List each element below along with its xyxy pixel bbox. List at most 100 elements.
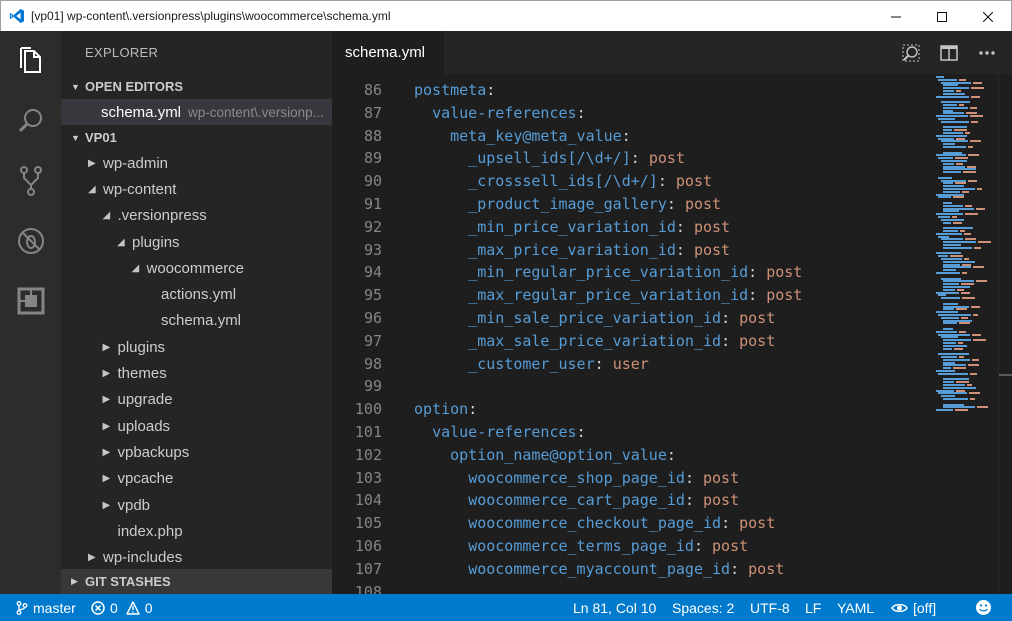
yaml-colon: : xyxy=(684,468,703,487)
minimap-line xyxy=(968,364,980,367)
tree-item[interactable]: ◢ woocommerce xyxy=(61,255,332,281)
branch-status[interactable]: master xyxy=(16,594,76,621)
minimap-line xyxy=(936,154,966,157)
maximize-button[interactable] xyxy=(919,1,965,32)
minimap-line xyxy=(943,386,977,389)
yaml-value: post xyxy=(703,468,740,487)
code-line: 98 _customer_user: user xyxy=(332,353,932,376)
cursor-position[interactable]: Ln 81, Col 10 xyxy=(573,594,656,621)
tree-item[interactable]: ▶ upgrade xyxy=(61,387,332,413)
yaml-key: woocommerce_checkout_page_id xyxy=(468,514,722,533)
minimap[interactable] xyxy=(936,74,996,594)
editor-scrollbar[interactable] xyxy=(998,74,1012,594)
eol-status[interactable]: LF xyxy=(805,594,821,621)
tree-item[interactable]: index.php xyxy=(61,518,332,544)
tree-item[interactable]: ◢ wp-content xyxy=(61,176,332,202)
project-section[interactable]: ▼ VP01 xyxy=(61,125,332,150)
feedback-button[interactable] xyxy=(975,594,992,621)
tree-item[interactable]: ▶ vpdb xyxy=(61,492,332,518)
minimap-line xyxy=(938,372,969,375)
open-preview-button[interactable] xyxy=(892,31,930,74)
file-tree: ▶ wp-admin ◢ wp-content ◢ .versionpress ◢ plugi… xyxy=(61,150,332,571)
minimap-line xyxy=(943,171,962,174)
open-editor-path: wp-content\.versionp... xyxy=(188,104,324,120)
tree-item[interactable]: ▶ wp-admin xyxy=(61,150,332,176)
line-number: 93 xyxy=(363,240,382,259)
tree-item[interactable]: ▶ wp-includes xyxy=(61,544,332,570)
open-editors-section[interactable]: ▼ OPEN EDITORS xyxy=(61,74,332,99)
activity-debug[interactable] xyxy=(0,211,61,271)
yaml-key: value-references xyxy=(432,423,577,441)
tree-item[interactable]: ▶ vpbackups xyxy=(61,439,332,465)
tab-schema-yml[interactable]: schema.yml xyxy=(332,31,444,74)
yaml-colon: : xyxy=(730,559,749,578)
minimap-line xyxy=(943,207,975,210)
activity-extensions[interactable] xyxy=(0,271,61,331)
tree-item[interactable]: ▶ uploads xyxy=(61,413,332,439)
tree-item-label: index.php xyxy=(117,522,183,540)
tree-item[interactable]: ▶ plugins xyxy=(61,334,332,360)
minimap-line xyxy=(970,115,983,118)
tree-item[interactable]: actions.yml xyxy=(61,281,332,307)
code-text: _max_price_variation_id: post xyxy=(414,239,730,262)
code-text: _min_sale_price_variation_id: post xyxy=(414,307,775,330)
tree-item[interactable]: ▶ vpcache xyxy=(61,466,332,492)
code-text: woocommerce_myaccount_page_id: post xyxy=(414,558,784,581)
open-editor-item[interactable]: schema.yml wp-content\.versionp... xyxy=(61,99,332,125)
tree-item[interactable]: schema.yml xyxy=(61,308,332,334)
minimize-button[interactable] xyxy=(873,1,919,32)
minimap-line xyxy=(959,104,965,106)
language-mode[interactable]: YAML xyxy=(837,594,874,621)
tree-item-label: wp-content xyxy=(103,180,177,198)
activity-source-control[interactable] xyxy=(0,151,61,211)
open-editor-filename: schema.yml xyxy=(101,103,182,121)
chevron-right-icon: ▶ xyxy=(102,473,111,485)
minimap-line xyxy=(956,308,968,311)
line-number: 95 xyxy=(363,286,382,305)
chevron-down-icon: ▼ xyxy=(71,132,80,143)
minimap-line xyxy=(943,398,969,400)
activity-search[interactable] xyxy=(0,91,61,151)
tree-item[interactable]: ▶ themes xyxy=(61,360,332,386)
code-line: 87 value-references: xyxy=(332,102,932,125)
maximize-icon xyxy=(937,11,947,22)
minimap-line xyxy=(943,204,964,207)
more-actions-button[interactable] xyxy=(968,31,1006,74)
preview-status[interactable]: [off] xyxy=(891,594,936,621)
code-line: 99 xyxy=(332,375,932,398)
indentation-status[interactable]: Spaces: 2 xyxy=(672,594,734,621)
code-line: 95 _max_regular_price_variation_id: post xyxy=(332,284,932,307)
yaml-colon: : xyxy=(721,331,740,350)
line-number: 98 xyxy=(363,354,382,373)
minimap-line xyxy=(967,165,977,168)
tree-item[interactable]: ◢ plugins xyxy=(61,229,332,255)
tree-item[interactable]: ◢ .versionpress xyxy=(61,203,332,229)
encoding-status[interactable]: UTF-8 xyxy=(750,594,790,621)
yaml-colon: : xyxy=(748,286,767,305)
close-button[interactable] xyxy=(965,1,1011,32)
minimap-line xyxy=(938,216,951,218)
code-text: value-references: xyxy=(414,421,586,444)
code-text: value-references: xyxy=(414,102,586,125)
error-count: 0 xyxy=(110,599,118,616)
minimap-line xyxy=(943,185,965,188)
code-editor[interactable]: 86 postmeta: 87 value-references: 88 meta_k… xyxy=(332,74,1012,594)
minimap-line xyxy=(943,227,974,230)
yaml-key: _product_image_gallery xyxy=(468,195,667,213)
chevron-down-icon: ◢ xyxy=(131,262,140,274)
minimap-line xyxy=(943,126,968,129)
minimap-line xyxy=(955,182,967,185)
code-text: option_name@option_value: xyxy=(414,444,676,467)
git-stashes-section[interactable]: ▶ GIT STASHES xyxy=(61,569,332,594)
split-editor-button[interactable] xyxy=(930,31,968,74)
chevron-right-icon: ▶ xyxy=(102,499,111,511)
problems-status[interactable]: 0 0 xyxy=(91,594,153,621)
minimap-line xyxy=(959,330,966,333)
activity-explorer[interactable] xyxy=(0,31,61,91)
minimap-line xyxy=(976,280,988,283)
minimap-line xyxy=(943,367,952,370)
code-text: _max_regular_price_variation_id: post xyxy=(414,284,802,307)
minimap-line xyxy=(957,288,965,291)
minimap-line xyxy=(940,179,966,182)
